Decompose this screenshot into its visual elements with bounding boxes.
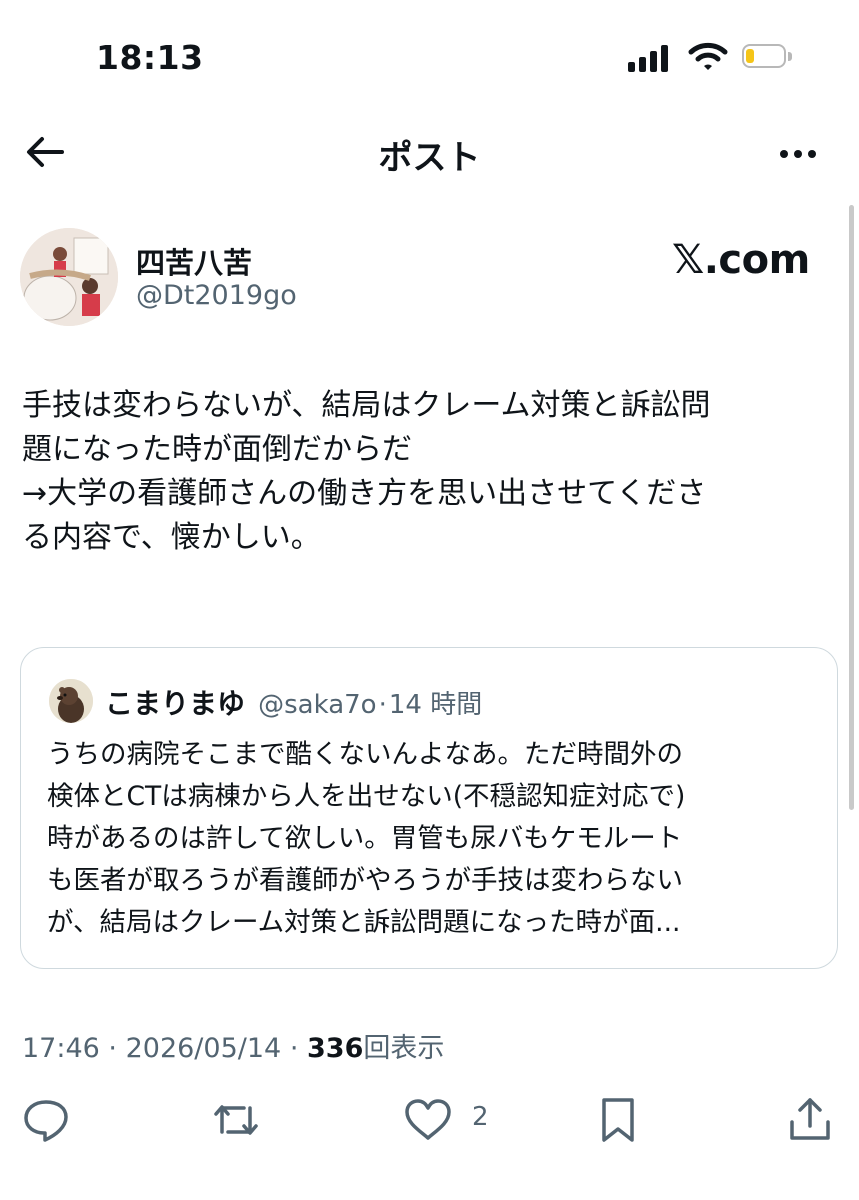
meta-separator: · bbox=[108, 1033, 117, 1064]
quoted-meta-separator: · bbox=[378, 690, 387, 720]
wifi-icon bbox=[688, 42, 728, 70]
top-bar: ポスト bbox=[0, 120, 859, 184]
repost-icon bbox=[214, 1105, 258, 1135]
page-title: ポスト bbox=[378, 138, 481, 178]
views-label: 回表示 bbox=[363, 1033, 445, 1064]
quoted-author-name: こまりまゆ bbox=[105, 687, 246, 720]
bookmark-button[interactable] bbox=[590, 1092, 646, 1148]
status-time: 18:13 bbox=[96, 38, 204, 77]
views-count[interactable]: 336 bbox=[307, 1033, 363, 1064]
more-dots-icon bbox=[780, 150, 788, 158]
post-date: 2026/05/14 bbox=[125, 1033, 282, 1064]
quoted-post-text: うちの病院そこまで酷くないんよなあ。ただ時間外の 検体とCTは病棟から人を出せな… bbox=[47, 734, 817, 944]
share-button[interactable] bbox=[782, 1092, 838, 1148]
quoted-author-handle: @saka7o bbox=[258, 690, 377, 720]
battery-icon bbox=[742, 44, 792, 70]
status-bar: 18:13 bbox=[0, 0, 859, 115]
post-text: 手技は変わらないが、結局はクレーム対策と訴訟問 題になった時が面倒だからだ →大… bbox=[22, 384, 842, 560]
x-com-watermark: 𝕏.com bbox=[672, 237, 810, 283]
quoted-text-line: 検体とCTは病棟から人を出せない(不穏認知症対応で) bbox=[47, 781, 686, 812]
more-options-button[interactable] bbox=[774, 130, 822, 174]
reply-icon bbox=[24, 1100, 68, 1142]
post-meta: 17:46 · 2026/05/14 · 336回表示 bbox=[22, 1026, 444, 1065]
quoted-author-avatar bbox=[49, 679, 93, 723]
author-handle[interactable]: @Dt2019go bbox=[136, 280, 297, 311]
quoted-post-card[interactable]: こまりまゆ @saka7o·14 時間 うちの病院そこまで酷くないんよなあ。ただ… bbox=[20, 647, 838, 969]
post-time: 17:46 bbox=[22, 1033, 100, 1064]
like-button[interactable] bbox=[400, 1092, 456, 1148]
share-icon bbox=[790, 1098, 830, 1140]
meta-separator: · bbox=[289, 1033, 299, 1064]
quoted-text-line: うちの病院そこまで酷くないんよなあ。ただ時間外の bbox=[47, 739, 683, 770]
post-text-line: 題になった時が面倒だからだ bbox=[22, 432, 412, 467]
heart-icon bbox=[405, 1099, 451, 1140]
post-text-line: る内容で、懐かしい。 bbox=[22, 520, 321, 555]
quoted-text-line: が、結局はクレーム対策と訴訟問題になった時が面... bbox=[47, 907, 681, 938]
quoted-text-line: 時があるのは許して欲しい。胃管も尿バもケモルート bbox=[47, 823, 683, 854]
scrollbar[interactable] bbox=[849, 205, 854, 810]
quoted-post-time: 14 時間 bbox=[388, 690, 483, 720]
quoted-text-line: も医者が取ろうが看護師がやろうが手技は変わらない bbox=[47, 865, 683, 896]
post-actions-bar: 2 bbox=[0, 1092, 859, 1148]
repost-button[interactable] bbox=[208, 1092, 264, 1148]
author-avatar[interactable] bbox=[20, 228, 118, 326]
author-name[interactable]: 四苦八苦 bbox=[136, 240, 252, 282]
quoted-post-header: こまりまゆ @saka7o·14 時間 bbox=[105, 682, 482, 722]
like-count[interactable]: 2 bbox=[472, 1102, 489, 1132]
reply-button[interactable] bbox=[18, 1092, 74, 1148]
post-text-line: →大学の看護師さんの働き方を思い出させてくださ bbox=[22, 476, 707, 511]
post-text-line: 手技は変わらないが、結局はクレーム対策と訴訟問 bbox=[22, 388, 711, 423]
cellular-signal-icon bbox=[628, 44, 674, 72]
bookmark-icon bbox=[602, 1098, 634, 1142]
